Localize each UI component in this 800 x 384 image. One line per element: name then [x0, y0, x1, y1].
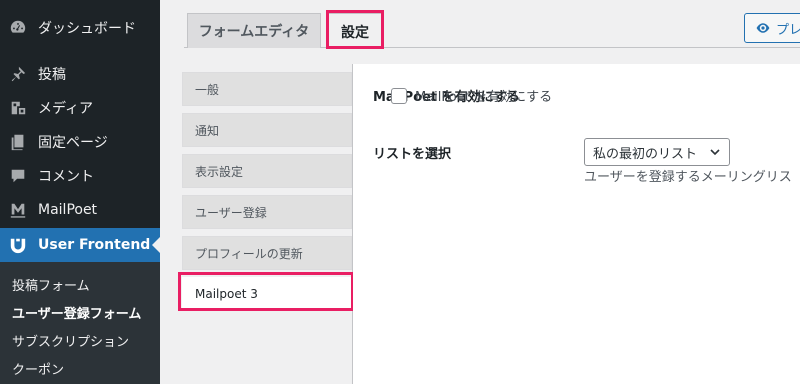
select-list-label: リストを選択: [373, 147, 452, 162]
user-frontend-icon: [8, 235, 28, 255]
admin-sidebar: ダッシュボード 投稿 メディア 固定ページ コメント MailPoet User…: [0, 0, 160, 384]
sidebar-item-label: コメント: [38, 169, 94, 185]
submenu-item-post-forms[interactable]: 投稿フォーム: [12, 275, 90, 294]
sidebar-item-label: メディア: [38, 101, 94, 117]
submenu-item-registration-forms[interactable]: ユーザー登録フォーム: [12, 303, 141, 322]
sidebar-item-label: User Frontend: [38, 237, 151, 253]
eye-icon: [756, 23, 770, 33]
settings-tab-list: 一般 通知 表示設定 ユーザー登録 プロフィールの更新 Mailpoet 3: [182, 64, 354, 384]
sidebar-item-label: 固定ページ: [38, 135, 108, 151]
pin-icon: [8, 64, 28, 84]
settings-tab-general[interactable]: 一般: [182, 72, 352, 106]
tab-form-editor[interactable]: フォームエディタ: [187, 13, 321, 48]
enable-mailpoet-option[interactable]: MailPoet を有効にする: [391, 86, 552, 105]
settings-tab-mailpoet[interactable]: Mailpoet 3: [182, 277, 352, 311]
submenu-item-subscriptions[interactable]: サブスクリプション: [12, 331, 129, 350]
dashboard-icon: [8, 18, 28, 38]
settings-tab-display[interactable]: 表示設定: [182, 154, 352, 188]
sidebar-item-user-frontend[interactable]: User Frontend: [0, 228, 160, 262]
preview-button-label: プレ: [776, 22, 800, 38]
comment-icon: [8, 166, 28, 186]
media-icon: [8, 98, 28, 118]
settings-tab-registration[interactable]: ユーザー登録: [182, 195, 352, 229]
sidebar-item-media[interactable]: メディア: [0, 91, 160, 125]
enable-mailpoet-checkbox[interactable]: [391, 87, 407, 104]
sidebar-item-comments[interactable]: コメント: [0, 159, 160, 193]
sidebar-item-posts[interactable]: 投稿: [0, 57, 160, 91]
tab-settings[interactable]: 設定: [328, 13, 382, 49]
sidebar-item-label: MailPoet: [38, 202, 98, 218]
chevron-down-icon: [710, 149, 720, 156]
submenu-item-coupons[interactable]: クーポン: [12, 359, 64, 378]
settings-tab-notification[interactable]: 通知: [182, 113, 352, 147]
sidebar-submenu: 投稿フォーム ユーザー登録フォーム サブスクリプション クーポン: [0, 262, 160, 384]
sidebar-item-label: 投稿: [38, 67, 66, 83]
page-icon: [8, 132, 28, 152]
mailpoet-settings-panel: [353, 64, 800, 384]
main-content: フォームエディタ 設定 プレ 一般 通知 表示設定 ユーザー登録 プロフィールの…: [160, 0, 800, 384]
sidebar-item-mailpoet[interactable]: MailPoet: [0, 193, 160, 227]
mailing-list-select[interactable]: 私の最初のリスト: [584, 138, 730, 166]
sidebar-item-pages[interactable]: 固定ページ: [0, 125, 160, 159]
mailing-list-description: ユーザーを登録するメーリングリス: [584, 170, 792, 185]
mailpoet-icon: [8, 200, 28, 220]
enable-mailpoet-checkbox-label: MailPoet を有効にする: [415, 90, 553, 105]
sidebar-item-label: ダッシュボード: [38, 21, 136, 37]
preview-button[interactable]: プレ: [744, 13, 800, 43]
sidebar-item-dashboard[interactable]: ダッシュボード: [0, 11, 160, 45]
settings-tab-profile-update[interactable]: プロフィールの更新: [182, 236, 352, 270]
mailing-list-select-value: 私の最初のリスト: [593, 146, 698, 162]
